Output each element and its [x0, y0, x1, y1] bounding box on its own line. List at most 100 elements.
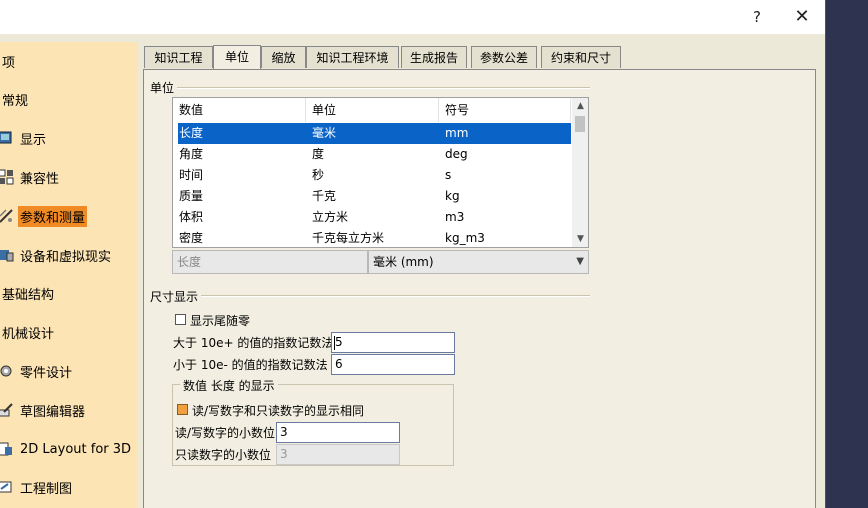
- tab-constraints-dimensions[interactable]: 约束和尺寸: [541, 46, 621, 68]
- cell-symbol: s: [445, 168, 452, 182]
- cell-unit: 立方米: [312, 210, 349, 224]
- table-row[interactable]: 时间 秒 s: [178, 165, 571, 186]
- units-table-header: 数值 单位 符号: [173, 98, 571, 122]
- ro-decimals-label: 只读数字的小数位: [175, 448, 272, 462]
- trailing-zeros-label: 显示尾随零: [190, 314, 251, 328]
- sidebar-item-label: 显示: [20, 132, 47, 148]
- sidebar-item-devices[interactable]: 设备和虚拟现实: [0, 242, 113, 268]
- scroll-down-icon[interactable]: ▼: [572, 231, 588, 247]
- desktop-background: [825, 0, 868, 508]
- cell-symbol: mm: [445, 126, 469, 140]
- cell-value: 质量: [179, 189, 204, 203]
- same-display-checkbox[interactable]: [177, 404, 188, 415]
- sidebar-item-compatibility[interactable]: 兼容性: [0, 164, 61, 190]
- close-button[interactable]: ✕: [790, 6, 814, 28]
- ro-decimals-input: 3: [276, 444, 400, 465]
- display-icon: [0, 131, 12, 144]
- sidebar-item-drafting[interactable]: 工程制图: [0, 474, 74, 500]
- cell-value: 长度: [179, 126, 204, 140]
- sidebar-item-label: 设备和虚拟现实: [20, 249, 112, 265]
- exp-above-input[interactable]: 5: [331, 332, 455, 353]
- length-display-title: 数值 长度 的显示: [180, 377, 278, 394]
- column-header-value[interactable]: 数值: [173, 98, 306, 122]
- column-header-symbol[interactable]: 符号: [439, 98, 571, 122]
- scrollbar-thumb[interactable]: [575, 116, 585, 132]
- sidebar-item-label: 零件设计: [20, 365, 73, 381]
- exp-above-label: 大于 10e+ 的值的指数记数法: [173, 336, 334, 350]
- units-table-scrollbar[interactable]: ▲ ▼: [572, 98, 588, 247]
- sidebar-item-0[interactable]: 项: [0, 48, 17, 74]
- sidebar-item-label: 兼容性: [20, 171, 60, 187]
- tab-knowledgeware[interactable]: 知识工程: [144, 46, 213, 68]
- tab-report-generation[interactable]: 生成报告: [401, 46, 467, 68]
- exp-below-label: 小于 10e- 的值的指数记数法: [173, 358, 328, 372]
- table-row[interactable]: 长度 毫米 mm: [178, 123, 571, 144]
- sidebar-item-label: 基础结构: [2, 287, 55, 303]
- title-bar: ? ✕: [0, 0, 825, 34]
- layout-2d-icon: [0, 442, 12, 456]
- sidebar-item-sketcher[interactable]: 草图编辑器: [0, 397, 87, 423]
- column-header-unit[interactable]: 单位: [306, 98, 439, 122]
- devices-icon: [0, 250, 14, 262]
- sidebar-item-infrastructure[interactable]: 基础结构: [0, 280, 56, 306]
- compatibility-icon: [0, 169, 14, 185]
- tab-scale[interactable]: 缩放: [261, 46, 306, 68]
- tab-parameter-tolerance[interactable]: 参数公差: [471, 46, 537, 68]
- parameters-icon: [0, 209, 13, 223]
- exp-below-input[interactable]: 6: [331, 354, 455, 375]
- same-display-label: 读/写数字和只读数字的显示相同: [192, 404, 365, 418]
- dimension-group-frame: [150, 295, 590, 297]
- sidebar-item-general[interactable]: 常规: [0, 86, 30, 112]
- sidebar-item-label: 参数和测量: [18, 205, 88, 227]
- cell-unit: 千克: [312, 189, 337, 203]
- sidebar-item-label: 项: [2, 55, 16, 71]
- table-row[interactable]: 密度 千克每立方米 kg_m3: [178, 228, 571, 247]
- rw-decimals-label: 读/写数字的小数位: [175, 426, 276, 440]
- selected-quantity-label: 长度: [172, 250, 368, 274]
- tab-units[interactable]: 单位: [213, 45, 261, 70]
- unit-select[interactable]: 毫米 (mm) ▼: [368, 250, 589, 274]
- trailing-zeros-checkbox[interactable]: [175, 314, 186, 325]
- unit-select-value: 毫米 (mm): [373, 255, 434, 269]
- sidebar-item-mechanical-design[interactable]: 机械设计: [0, 319, 56, 345]
- sketcher-icon: [0, 403, 13, 417]
- table-row[interactable]: 角度 度 deg: [178, 144, 571, 165]
- rw-decimals-input[interactable]: 3: [276, 422, 400, 443]
- part-design-icon: [0, 365, 12, 377]
- sidebar-item-label: 2D Layout for 3D: [20, 441, 132, 457]
- sidebar-item-display[interactable]: 显示: [0, 125, 48, 151]
- tab-knowledge-environment[interactable]: 知识工程环境: [306, 46, 399, 68]
- table-row[interactable]: 体积 立方米 m3: [178, 207, 571, 228]
- cell-value: 时间: [179, 168, 204, 182]
- cell-value: 角度: [179, 147, 204, 161]
- cell-symbol: m3: [445, 210, 465, 224]
- sidebar-item-2d-layout[interactable]: 2D Layout for 3D: [0, 436, 133, 462]
- sidebar-item-label: 草图编辑器: [20, 404, 86, 420]
- scroll-up-icon[interactable]: ▲: [572, 98, 588, 114]
- text-caret: [334, 336, 335, 350]
- table-row[interactable]: 质量 千克 kg: [178, 186, 571, 207]
- options-dialog: ? ✕ 项 常规 显示 兼容性 参数和测量 设备和虚拟现实 基础结构 机械设计 …: [0, 0, 825, 508]
- sidebar-item-part-design[interactable]: 零件设计: [0, 358, 74, 384]
- sidebar-item-label: 常规: [2, 93, 29, 109]
- cell-symbol: kg_m3: [445, 231, 485, 245]
- cell-value: 密度: [179, 231, 204, 245]
- sidebar-item-label: 工程制图: [20, 481, 73, 497]
- units-group-title: 单位: [150, 79, 178, 96]
- window-edge: [825, 0, 826, 508]
- cell-symbol: kg: [445, 189, 460, 203]
- cell-unit: 秒: [312, 168, 325, 182]
- help-button[interactable]: ?: [745, 6, 769, 28]
- drafting-icon: [0, 481, 12, 493]
- cell-unit: 毫米: [312, 126, 337, 140]
- cell-unit: 度: [312, 147, 325, 161]
- units-table[interactable]: 数值 单位 符号 长度 毫米 mm 角度 度 deg 时间 秒 s 质量 千克 …: [172, 97, 589, 248]
- dimension-group-title: 尺寸显示: [150, 288, 202, 305]
- sidebar-item-parameters[interactable]: 参数和测量: [0, 203, 88, 229]
- chevron-down-icon[interactable]: ▼: [576, 251, 584, 273]
- cell-value: 体积: [179, 210, 204, 224]
- cell-unit: 千克每立方米: [312, 231, 385, 245]
- sidebar-item-label: 机械设计: [2, 326, 55, 342]
- units-group-frame: [150, 87, 590, 89]
- options-tree: 项 常规 显示 兼容性 参数和测量 设备和虚拟现实 基础结构 机械设计 零件设计…: [0, 42, 138, 508]
